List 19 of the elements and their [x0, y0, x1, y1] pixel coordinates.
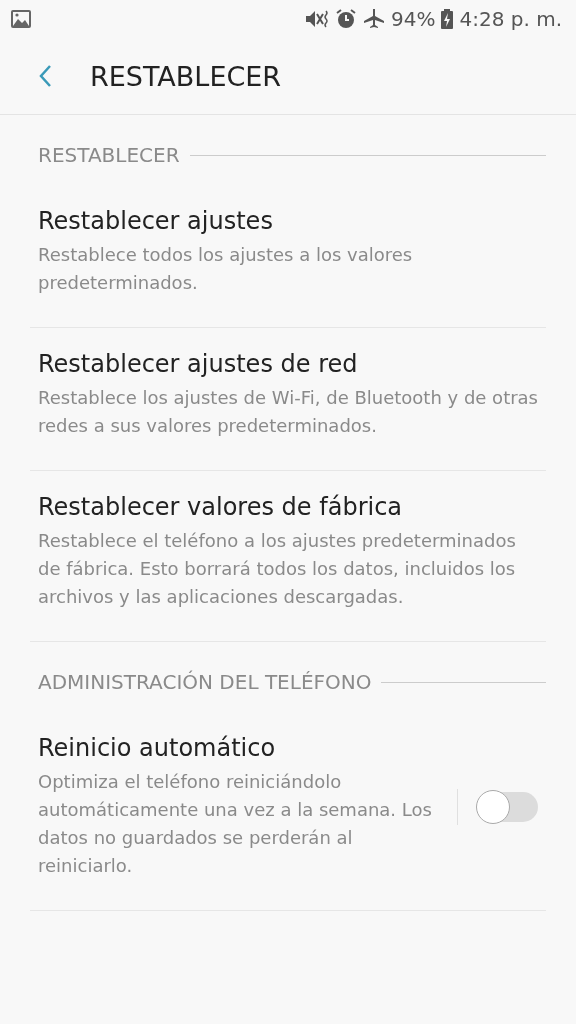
setting-description: Restablece todos los ajustes a los valores predeterminados.	[38, 243, 414, 295]
setting-title[interactable]: Restablecer valores de fábrica	[38, 493, 538, 521]
section-header: ADMINISTRACIÓN DEL TELÉFONO	[38, 670, 372, 694]
setting-title[interactable]: Restablecer ajustes de red	[38, 350, 538, 378]
airplane-icon	[363, 8, 385, 30]
gallery-icon	[10, 9, 32, 29]
alarm-icon	[335, 8, 357, 30]
battery-percent: 94%	[391, 7, 436, 31]
battery-charging-icon	[441, 9, 454, 29]
setting-description: Optimiza el teléfono reiniciándolo automáticamente una vez a la semana. Los datos no guardados se perderán al reiniciarlo.	[38, 770, 433, 878]
setting-description: Restablece el teléfono a los ajustes predeterminados de fábrica. Esto borrará todos los datos, incluidos los archivos y las aplicaciones descargadas.	[38, 529, 517, 609]
setting-title[interactable]: Restablecer ajustes	[38, 207, 538, 235]
setting-title[interactable]: Reinicio automático	[38, 734, 437, 762]
section-header: RESTABLECER	[38, 143, 180, 167]
mute-vibrate-icon	[305, 9, 329, 29]
chevron-left-icon	[38, 64, 52, 88]
clock-time: 4:28 p. m.	[459, 7, 562, 31]
setting-description: Restablece los ajustes de Wi-Fi, de Bluetooth y de otras redes a sus valores predeterminados.	[38, 386, 538, 438]
screen-title: RESTABLECER	[90, 60, 282, 92]
